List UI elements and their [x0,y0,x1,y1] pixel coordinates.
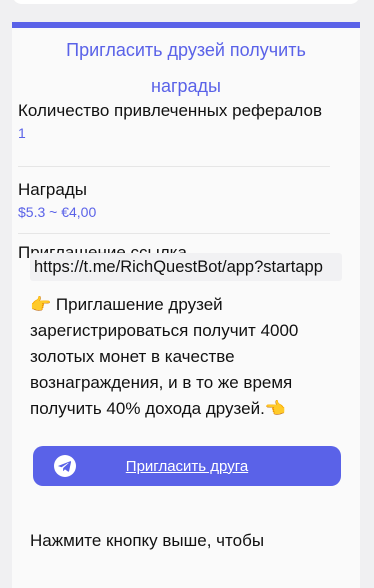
referrals-count-value: 1 [18,125,26,141]
referrals-count-row: Количество привлеченных рефералов 1 [18,98,330,167]
rewards-label: Награды [18,180,87,199]
invite-friend-button[interactable]: Пригласить друга [33,446,341,486]
previous-card [12,0,360,4]
invite-friend-button-label: Пригласить друга [125,457,249,475]
promo-text: 👉 Приглашение друзей зарегистрироваться … [30,292,330,422]
telegram-icon [54,455,76,477]
rewards-row: Награды $5.3 ~ €4,00 [18,177,330,234]
page-title: Пригласить друзей получить награды [66,40,306,96]
invite-link-field[interactable]: https://t.me/RichQuestBot/app?startapp [30,253,342,281]
promo-message: Приглашение друзей зарегистрироваться по… [30,295,299,418]
pointing-left-icon: 👈 [264,399,286,418]
rewards-value: $5.3 ~ €4,00 [18,204,97,220]
referrals-count-label: Количество привлеченных рефералов [18,101,323,120]
pointing-right-icon: 👉 [30,295,52,314]
